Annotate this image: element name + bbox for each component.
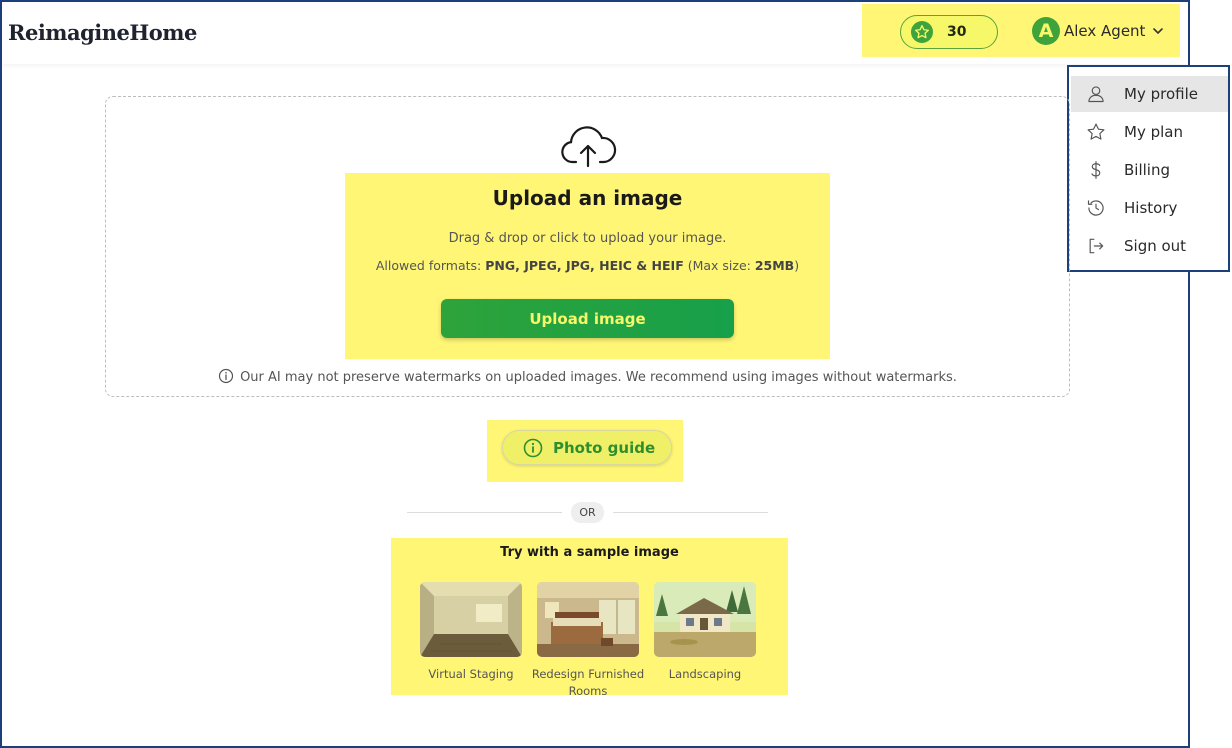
menu-item-billing[interactable]: Billing (1071, 152, 1228, 188)
formats-prefix: Allowed formats: (375, 258, 486, 273)
divider-line-left (407, 512, 562, 513)
star-icon (1087, 123, 1105, 140)
sample-title: Try with a sample image (500, 545, 679, 560)
watermark-notice: Our AI may not preserve watermarks on up… (105, 368, 1070, 385)
bedroom-image (537, 582, 639, 657)
menu-item-my-profile[interactable]: My profile (1071, 76, 1228, 112)
menu-item-sign-out[interactable]: Sign out (1071, 228, 1228, 264)
menu-item-label: History (1124, 199, 1178, 217)
sample-label: Redesign Furnished Rooms (531, 667, 645, 698)
sample-label: Virtual Staging (428, 667, 514, 681)
maxsize-suffix: ) (794, 258, 800, 273)
info-icon (523, 438, 543, 458)
upload-image-button[interactable]: Upload image (441, 299, 734, 338)
maxsize-value: 25MB (754, 258, 795, 273)
sample-thumb-redesign[interactable] (537, 582, 639, 657)
photo-guide-label: Photo guide (553, 439, 656, 457)
credits-star-icon (911, 21, 933, 43)
sample-thumb-virtual-staging[interactable] (420, 582, 522, 657)
watermark-notice-text: Our AI may not preserve watermarks on up… (240, 370, 957, 385)
sample-thumb-landscaping[interactable] (654, 582, 756, 657)
avatar: A (1032, 17, 1060, 45)
chevron-down-icon (1153, 28, 1163, 35)
formats-list: PNG, JPEG, JPG, HEIC & HEIF (485, 258, 684, 273)
menu-item-label: Billing (1124, 161, 1170, 179)
credits-badge[interactable]: 30 (900, 15, 998, 49)
history-icon (1087, 200, 1104, 216)
user-dropdown-menu: My profile My plan Billing History Sign … (1067, 65, 1230, 272)
allowed-formats: Allowed formats: PNG, JPEG, JPG, HEIC & … (345, 258, 830, 273)
logo[interactable]: ReimagineHome (8, 20, 197, 45)
house-exterior-image (654, 582, 756, 657)
sample-label: Landscaping (668, 667, 742, 681)
menu-item-label: My profile (1124, 85, 1198, 103)
menu-item-my-plan[interactable]: My plan (1071, 114, 1228, 150)
sign-out-icon (1089, 238, 1104, 254)
empty-room-image (420, 582, 522, 657)
user-icon (1088, 86, 1104, 103)
or-badge: OR (571, 502, 604, 523)
upload-title: Upload an image (492, 186, 683, 210)
credits-count: 30 (947, 24, 967, 40)
info-icon (218, 368, 234, 384)
dollar-icon (1091, 161, 1101, 179)
upload-description: Drag & drop or click to upload your imag… (448, 231, 727, 246)
divider-line-right (613, 512, 768, 513)
cloud-upload-icon (561, 126, 617, 168)
menu-item-label: My plan (1124, 123, 1183, 141)
menu-item-history[interactable]: History (1071, 190, 1228, 226)
maxsize-prefix: (Max size: (683, 258, 755, 273)
photo-guide-button[interactable]: Photo guide (502, 430, 672, 465)
menu-item-label: Sign out (1124, 237, 1187, 255)
user-name: Alex Agent (1064, 22, 1146, 40)
